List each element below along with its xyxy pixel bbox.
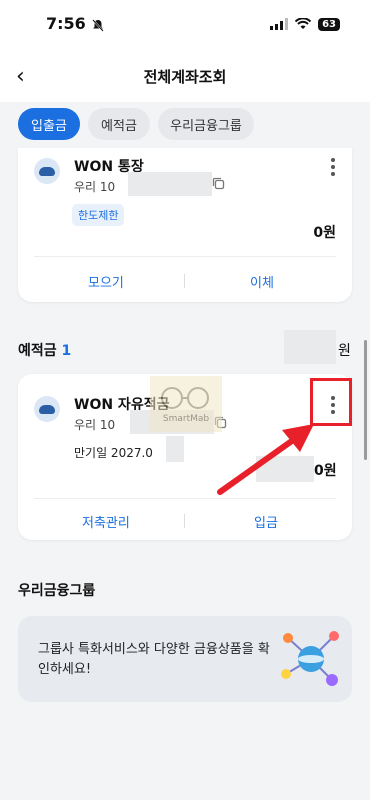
- group-section-title: 우리금융그룹: [18, 583, 96, 599]
- promo-banner[interactable]: 그룹사 특화서비스와 다양한 금융상품을 확인하세요!: [18, 616, 352, 702]
- promo-text: 그룹사 특화서비스와 다양한 금융상품을 확인하세요!: [38, 642, 270, 677]
- network-illustration-icon: [280, 628, 342, 694]
- scrollbar[interactable]: [364, 340, 367, 460]
